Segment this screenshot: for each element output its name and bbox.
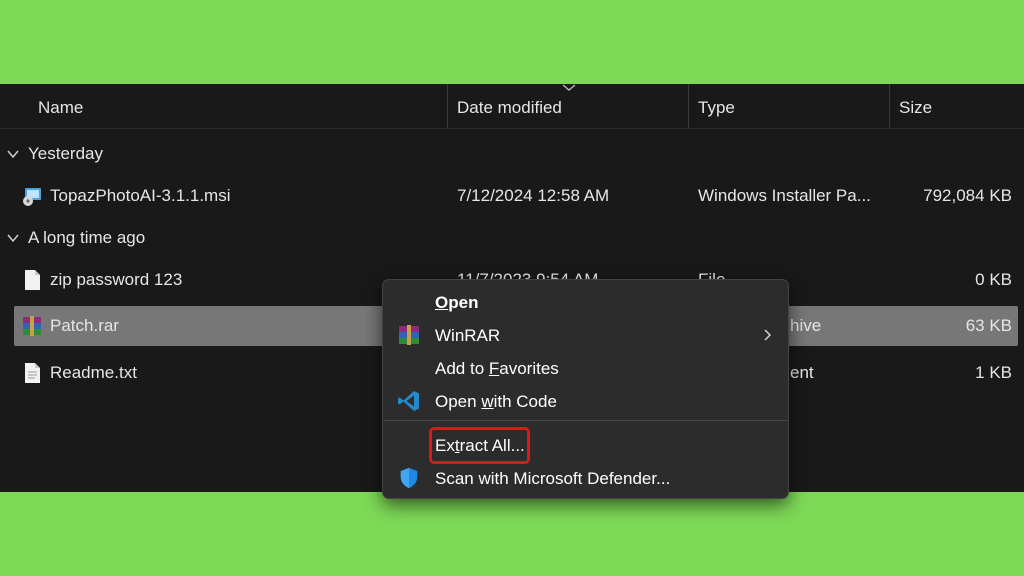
menu-item-add-to-favorites[interactable]: Add to Favorites <box>383 352 788 384</box>
defender-shield-icon <box>400 467 418 489</box>
highlight-annotation <box>429 427 530 464</box>
winrar-icon <box>399 325 419 345</box>
column-header-bar: Name Date modified Type Size <box>0 84 1024 129</box>
file-name: Readme.txt <box>50 363 137 382</box>
file-size: 63 KB <box>965 316 1012 335</box>
column-divider[interactable] <box>447 84 448 128</box>
msi-installer-icon <box>23 188 41 206</box>
menu-item-label: Scan with Microsoft Defender... <box>435 469 671 488</box>
menu-item-label: Open <box>435 293 479 312</box>
column-divider[interactable] <box>889 84 890 128</box>
vscode-icon <box>398 391 419 411</box>
file-date: 7/12/2024 12:58 AM <box>457 186 610 205</box>
chevron-down-icon <box>7 234 19 243</box>
menu-item-open[interactable]: Open <box>383 286 788 318</box>
group-label: Yesterday <box>28 144 103 163</box>
menu-item-open-with-code[interactable]: Open with Code <box>383 385 788 417</box>
menu-item-label: Add to Favorites <box>435 359 559 378</box>
chevron-down-icon <box>7 150 19 159</box>
column-type-header[interactable]: Type <box>698 98 735 118</box>
file-type: ent <box>790 363 814 382</box>
column-size-header[interactable]: Size <box>899 98 932 118</box>
sort-caret-icon <box>562 84 576 91</box>
file-type: Windows Installer Pa... <box>698 186 871 205</box>
text-file-icon <box>25 363 40 383</box>
menu-item-scan-defender[interactable]: Scan with Microsoft Defender... <box>383 462 788 494</box>
winrar-archive-icon <box>23 316 41 336</box>
file-size: 0 KB <box>975 270 1012 289</box>
file-row[interactable]: TopazPhotoAI-3.1.1.msi 7/12/2024 12:58 A… <box>14 176 1018 216</box>
chevron-right-icon <box>764 329 772 341</box>
context-menu: Open WinRAR Add to Favorites Open with C… <box>382 279 789 499</box>
column-divider[interactable] <box>688 84 689 128</box>
file-size: 792,084 KB <box>923 186 1012 205</box>
file-type: hive <box>790 316 822 335</box>
file-name: zip password 123 <box>50 270 183 289</box>
menu-item-label: WinRAR <box>435 326 501 345</box>
blank-file-icon <box>25 270 40 290</box>
column-date-header[interactable]: Date modified <box>457 98 562 118</box>
column-name-header[interactable]: Name <box>38 98 83 118</box>
menu-item-winrar[interactable]: WinRAR <box>383 319 788 351</box>
group-label: A long time ago <box>28 228 146 247</box>
file-name: TopazPhotoAI-3.1.1.msi <box>50 186 231 205</box>
file-name: Patch.rar <box>50 316 119 335</box>
menu-separator <box>384 420 788 421</box>
file-size: 1 KB <box>975 363 1012 382</box>
menu-item-label: Open with Code <box>435 392 557 411</box>
group-header-yesterday[interactable]: Yesterday <box>6 141 103 167</box>
group-header-long-ago[interactable]: A long time ago <box>6 225 145 251</box>
